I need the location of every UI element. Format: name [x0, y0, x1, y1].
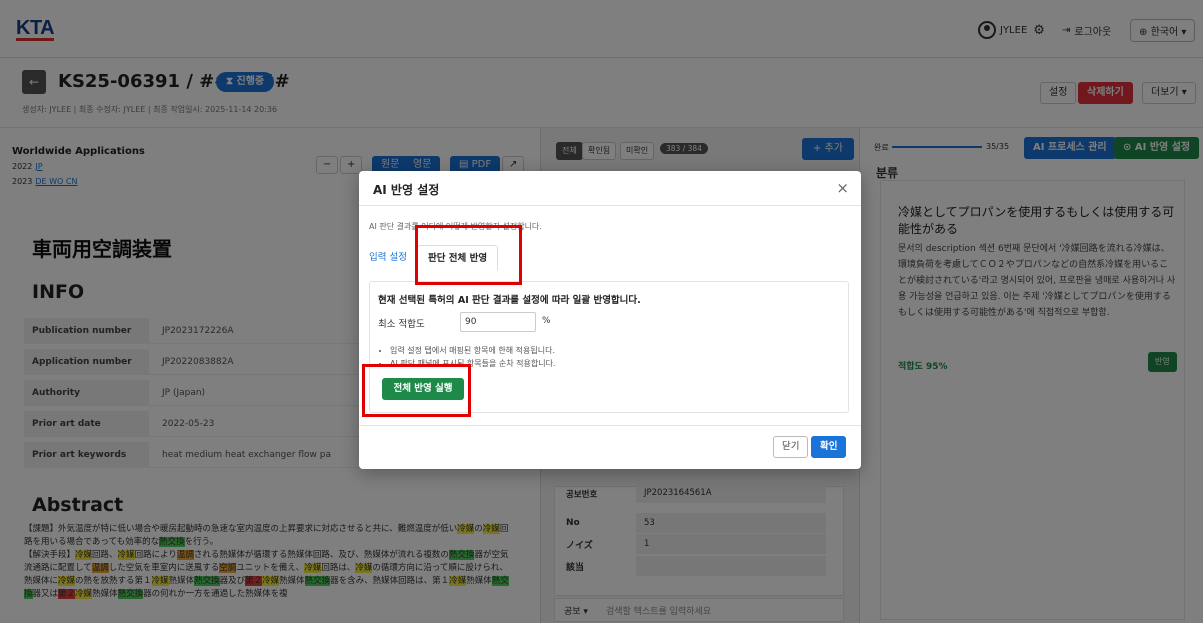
divider [359, 205, 861, 206]
close-icon[interactable]: × [836, 179, 849, 197]
modal-title: AI 반영 설정 [373, 183, 440, 197]
ai-apply-modal: AI 반영 설정 × AI 판단 결과를 어디에 어떻게 반영할지 설정합니다.… [359, 171, 861, 469]
percent-unit: % [542, 316, 551, 326]
highlight-box [415, 225, 522, 285]
note-item: 입력 설정 탭에서 매핑된 항목에 한해 적용됩니다. [390, 344, 555, 357]
tab-input-settings[interactable]: 입력 설정 [369, 245, 407, 271]
highlight-box [362, 364, 471, 417]
min-fit-input[interactable]: 90 [460, 312, 536, 332]
cancel-button[interactable]: 닫기 [773, 436, 809, 458]
divider [359, 425, 861, 426]
panel-heading: 현재 선택된 특허의 AI 판단 결과를 설정에 따라 일괄 반영합니다. [378, 295, 641, 306]
confirm-button[interactable]: 확인 [811, 436, 847, 458]
min-fit-label: 최소 적합도 [378, 319, 425, 330]
